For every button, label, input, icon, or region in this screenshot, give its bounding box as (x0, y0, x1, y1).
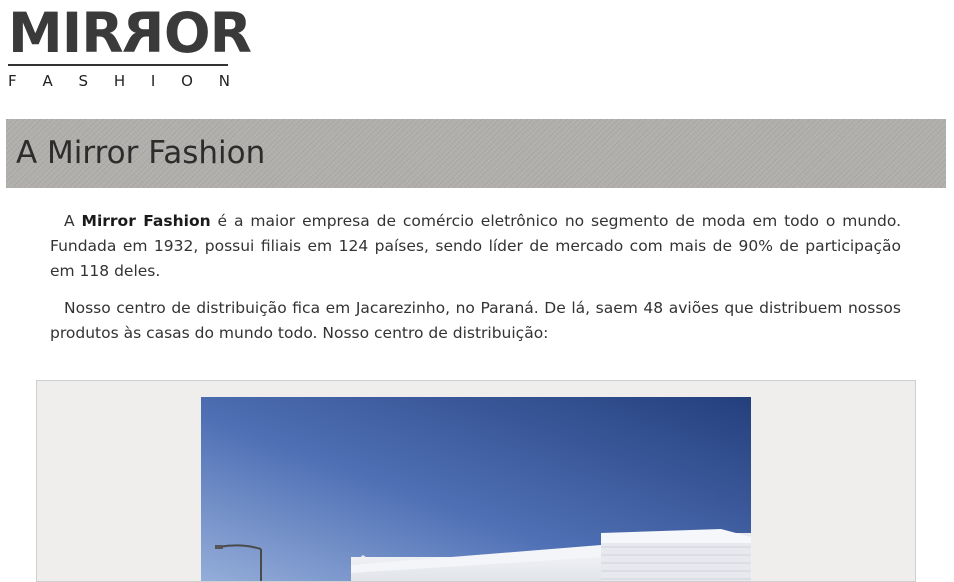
brand-name: Mirror Fashion (81, 212, 211, 230)
distribution-center-figure (36, 380, 916, 582)
logo-subtitle-letter: S (78, 72, 89, 90)
logo-wordmark: MIRROR (8, 1, 252, 65)
street-lamp-head (215, 545, 223, 549)
logo-subtitle: F A S H I O N (8, 72, 230, 90)
logo-word-flipped-letter: R (122, 1, 164, 65)
distribution-paragraph: Nosso centro de distribuição fica em Jac… (50, 299, 901, 342)
logo-subtitle-letter: O (181, 72, 193, 90)
distribution-center-photo (201, 397, 751, 581)
intro-paragraph: A Mirror Fashion é a maior empresa de co… (50, 209, 901, 284)
logo-divider (8, 64, 228, 66)
logo-subtitle-letter: F (8, 72, 17, 90)
logo-subtitle-letter: A (42, 72, 53, 90)
distribution-center-illustration (201, 397, 751, 581)
logo-subtitle-letter: N (218, 72, 230, 90)
logo-subtitle-letter: I (150, 72, 156, 90)
logo-word-prefix: MIR (8, 1, 124, 65)
mirror-fashion-logo[interactable]: MIRROR F A S H I O N (8, 1, 252, 92)
main-content: A Mirror Fashion é a maior empresa de co… (50, 209, 901, 358)
logo-word-suffix: OR (163, 1, 252, 65)
logo-subtitle-letter: H (113, 72, 126, 90)
page-title-banner: A Mirror Fashion (6, 119, 946, 188)
page-title: A Mirror Fashion (16, 135, 266, 171)
intro-text: A (64, 212, 82, 230)
